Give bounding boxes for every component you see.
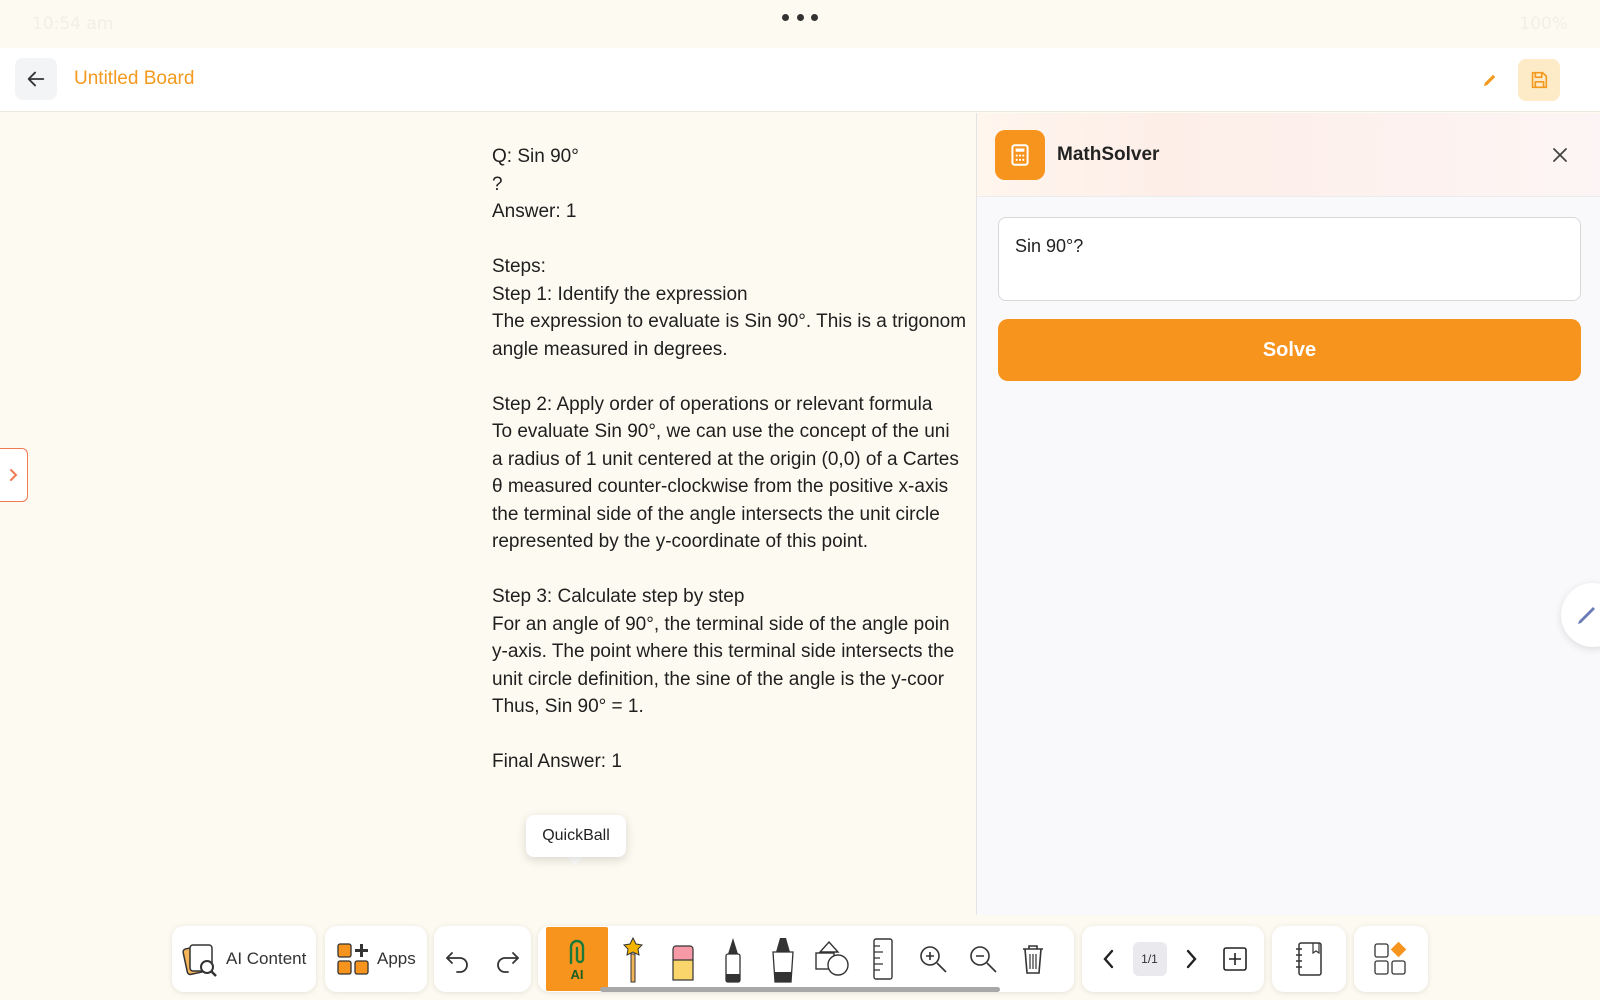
solution-text: Q: Sin 90°? Answer: 1 Steps: Step 1: Identi… bbox=[492, 143, 976, 776]
solution-line: θ measured counter-clockwise from the po… bbox=[492, 476, 949, 497]
marker-icon bbox=[772, 938, 794, 983]
zoom-out-tool[interactable] bbox=[958, 926, 1008, 992]
solution-line: Q: Sin 90° bbox=[492, 146, 579, 167]
quickball-tooltip[interactable]: QuickBall bbox=[526, 815, 626, 857]
solution-line: ? bbox=[492, 173, 503, 195]
solution-line: The expression to evaluate is Sin 90°. T… bbox=[492, 311, 967, 332]
mathsolver-panel: MathSolver Solve bbox=[976, 113, 1600, 915]
shapes-tool[interactable] bbox=[808, 926, 858, 992]
pen-icon bbox=[1578, 607, 1595, 624]
mathsolver-header: MathSolver bbox=[977, 113, 1600, 197]
solution-line: For an angle of 90°, the terminal side o… bbox=[492, 613, 950, 635]
solution-line: To evaluate Sin 90°, we can use the conc… bbox=[492, 421, 950, 442]
pencil-icon bbox=[1484, 74, 1496, 86]
close-button[interactable] bbox=[1546, 141, 1574, 169]
board-title[interactable]: Untitled Board bbox=[74, 68, 194, 90]
drawing-toolbar: AI bbox=[538, 926, 1074, 992]
solution-line: angle measured in degrees. bbox=[492, 338, 728, 360]
solution-line: Step 1: Identify the expression bbox=[492, 283, 748, 305]
undo-button[interactable] bbox=[436, 926, 480, 992]
math-question-input[interactable] bbox=[998, 217, 1581, 301]
add-page-button[interactable] bbox=[1215, 926, 1255, 992]
marker-tool[interactable] bbox=[758, 926, 808, 992]
solution-line: Final Answer: 1 bbox=[492, 751, 622, 772]
back-button[interactable] bbox=[15, 58, 57, 100]
eraser-tool[interactable] bbox=[658, 926, 708, 992]
multitask-menu-icon[interactable] bbox=[782, 14, 818, 22]
ai-pen-icon bbox=[569, 939, 585, 964]
apps-label: Apps bbox=[377, 949, 416, 968]
delete-tool[interactable] bbox=[1008, 926, 1058, 992]
solution-line: a radius of 1 unit centered at the origi… bbox=[492, 448, 959, 470]
status-time: 10:54 am bbox=[32, 14, 114, 34]
chevron-right-icon bbox=[9, 469, 17, 481]
close-icon bbox=[1553, 148, 1567, 162]
status-bar: 10:54 am 100% bbox=[0, 0, 1600, 48]
fountain-pen-icon bbox=[725, 938, 741, 983]
calculator-icon bbox=[995, 130, 1045, 180]
previous-page-button[interactable] bbox=[1092, 926, 1126, 992]
chevron-right-icon bbox=[1186, 949, 1197, 969]
shapes-icon bbox=[815, 940, 849, 976]
ai-tool-label: AI bbox=[570, 966, 584, 982]
page-indicator: 1/1 bbox=[1132, 942, 1167, 976]
ai-content-button[interactable]: AI Content bbox=[172, 926, 316, 992]
history-toolbar bbox=[434, 926, 531, 992]
solution-line: Steps: bbox=[492, 256, 546, 277]
solution-line: represented by the y-coordinate of this … bbox=[492, 531, 869, 552]
zoom-out-icon bbox=[970, 946, 997, 973]
widgets-icon bbox=[1374, 941, 1407, 975]
solution-line: Answer: 1 bbox=[492, 201, 577, 222]
board-canvas[interactable]: Q: Sin 90°? Answer: 1 Steps: Step 1: Identi… bbox=[0, 113, 976, 915]
notebook-button[interactable] bbox=[1272, 926, 1346, 992]
eraser-icon bbox=[672, 945, 694, 981]
solution-line: Step 2: Apply order of operations or rel… bbox=[492, 393, 933, 415]
solution-line: Thus, Sin 90° = 1. bbox=[492, 696, 644, 717]
redo-button[interactable] bbox=[485, 926, 529, 992]
magic-wand-icon bbox=[622, 936, 644, 983]
sidebar-toggle-button[interactable] bbox=[0, 448, 28, 502]
solution-line: the terminal side of the angle intersect… bbox=[492, 503, 940, 525]
ruler-icon bbox=[873, 938, 893, 980]
solution-line: Step 3: Calculate step by step bbox=[492, 586, 745, 607]
rename-button[interactable] bbox=[1478, 68, 1502, 92]
ai-content-label: AI Content bbox=[226, 949, 307, 968]
magic-wand-tool[interactable] bbox=[608, 926, 658, 992]
solution-line: y-axis. The point where this terminal si… bbox=[492, 641, 955, 662]
save-icon bbox=[1531, 71, 1548, 89]
mathsolver-title: MathSolver bbox=[1057, 144, 1160, 165]
undo-icon bbox=[446, 952, 469, 973]
widgets-button[interactable] bbox=[1354, 926, 1428, 992]
battery-level: 100% bbox=[1519, 14, 1568, 34]
zoom-in-tool[interactable] bbox=[908, 926, 958, 992]
solution-line: unit circle definition, the sine of the … bbox=[492, 668, 945, 690]
trash-icon bbox=[1023, 945, 1043, 974]
next-page-button[interactable] bbox=[1174, 926, 1208, 992]
redo-icon bbox=[496, 952, 519, 973]
ruler-tool[interactable] bbox=[858, 926, 908, 992]
ai-pen-tool[interactable]: AI bbox=[546, 927, 608, 991]
apps-button[interactable]: Apps bbox=[325, 926, 427, 992]
board-header: Untitled Board bbox=[0, 48, 1600, 112]
save-button[interactable] bbox=[1518, 59, 1560, 101]
zoom-in-icon bbox=[920, 946, 947, 973]
solve-button[interactable]: Solve bbox=[998, 319, 1581, 381]
pen-tool[interactable] bbox=[708, 926, 758, 992]
toolbar-scrollbar[interactable] bbox=[600, 987, 1000, 992]
ai-content-icon bbox=[182, 944, 217, 977]
notebook-icon bbox=[1296, 942, 1322, 976]
chevron-left-icon bbox=[1102, 949, 1113, 969]
arrow-left-icon bbox=[27, 71, 45, 87]
apps-icon bbox=[337, 943, 369, 975]
add-page-icon bbox=[1222, 947, 1247, 971]
page-toolbar: 1/1 bbox=[1082, 926, 1264, 992]
